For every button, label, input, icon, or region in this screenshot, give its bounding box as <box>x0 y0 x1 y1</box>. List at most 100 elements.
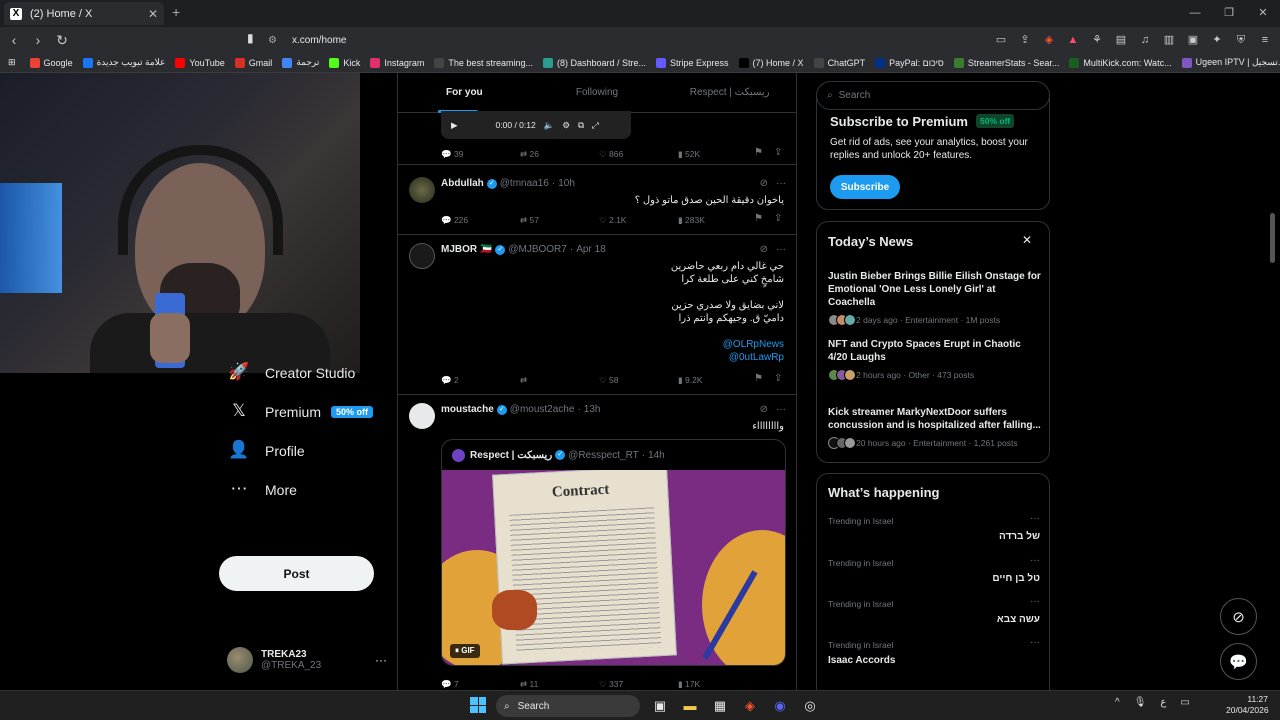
screen-icon[interactable]: ▭ <box>992 30 1010 50</box>
nav-item-more[interactable]: ⋯ More <box>219 470 399 509</box>
bookmark-item[interactable]: Instagram <box>370 57 424 68</box>
task-view-icon[interactable]: ▣ <box>650 696 670 716</box>
avatar[interactable] <box>409 243 435 269</box>
clock[interactable]: 11:27 20/04/2026 <box>1226 694 1269 716</box>
views-button[interactable]: ▮ 52K <box>678 147 761 161</box>
bookmark-item[interactable]: MultiKick.com: Watc... <box>1069 57 1172 68</box>
trend-item[interactable]: Trending in Israel ··· של ברדה <box>828 513 1040 542</box>
share-icon[interactable]: ⇪ <box>774 373 782 384</box>
more-icon[interactable]: ··· <box>1030 555 1040 566</box>
reply-button[interactable]: 💬 7 <box>441 677 520 690</box>
grok-icon[interactable]: ⊘ <box>760 404 768 415</box>
bookmark-item[interactable]: Ugeen IPTV | تسجيل... <box>1181 57 1280 68</box>
views-button[interactable]: ▮ 283K <box>678 213 761 227</box>
apps-icon[interactable]: ⊞ <box>8 57 16 68</box>
repost-button[interactable]: ⇄ 11 <box>520 677 599 690</box>
settings-icon[interactable]: ⚙ <box>562 120 570 131</box>
share-icon[interactable]: ⇪ <box>774 147 782 158</box>
bookmark-item[interactable]: Gmail <box>234 57 272 68</box>
like-button[interactable]: ♡ 337 <box>599 677 678 690</box>
bookmark-item[interactable]: YouTube <box>175 57 225 68</box>
author-name[interactable]: MJBOR 🇰🇼 <box>441 244 492 255</box>
bookmark-item[interactable]: (8) Dashboard / Stre... <box>542 57 646 68</box>
minimize-icon[interactable]: — <box>1178 0 1212 27</box>
more-icon[interactable]: ··· <box>375 653 387 667</box>
messages-button[interactable]: 💬 <box>1220 643 1257 680</box>
bookmark-icon[interactable]: ▮ <box>247 31 259 45</box>
wallet-icon[interactable]: ▣ <box>1184 30 1202 50</box>
tweet-time[interactable]: Apr 18 <box>576 244 605 255</box>
like-button[interactable]: ♡ 58 <box>599 373 678 387</box>
bookmark-item[interactable]: Kick <box>329 57 360 68</box>
views-button[interactable]: ▮ 9.2K <box>678 373 761 387</box>
browser-tab[interactable]: X (2) Home / X ✕ <box>4 2 164 25</box>
panel-icon[interactable]: ▥ <box>1160 30 1178 50</box>
bookmark-icon[interactable]: ⚑ <box>754 373 763 384</box>
tweet-time[interactable]: 13h <box>584 404 601 415</box>
more-icon[interactable]: ··· <box>776 244 786 255</box>
language-indicator[interactable]: ع <box>1160 697 1166 708</box>
tab-respect[interactable]: Respect | ريسبكت <box>663 73 796 113</box>
grok-icon[interactable]: ⊘ <box>760 244 768 255</box>
bookmark-item[interactable]: PayPal: סיכום <box>875 57 944 68</box>
maximize-icon[interactable]: ❐ <box>1212 0 1246 27</box>
bookmark-item[interactable]: ترجمة <box>282 57 319 68</box>
forward-icon[interactable]: › <box>28 32 48 48</box>
grok-icon[interactable]: ⊘ <box>760 178 768 189</box>
news-item[interactable]: NFT and Crypto Spaces Erupt in Chaotic 4… <box>828 338 1043 381</box>
share-icon[interactable]: ⇪ <box>774 213 782 224</box>
bookmark-item[interactable]: StreamerStats - Sear... <box>953 57 1059 68</box>
bookmark-item[interactable]: The best streaming... <box>434 57 533 68</box>
chevron-up-icon[interactable]: ^ <box>1115 697 1120 708</box>
gif-badge[interactable]: ⏸ GIF <box>450 644 480 658</box>
nav-item-premium[interactable]: 𝕏 Premium 50% off <box>219 392 399 431</box>
more-icon[interactable]: ··· <box>1030 513 1040 524</box>
obs-icon[interactable]: ◎ <box>800 696 820 716</box>
bookmark-item[interactable]: ChatGPT <box>813 57 865 68</box>
grok-button[interactable]: ⊘ <box>1220 598 1257 635</box>
close-tab-icon[interactable]: ✕ <box>148 7 158 21</box>
bookmark-item[interactable]: (7) Home / X <box>738 57 804 68</box>
like-button[interactable]: ♡ 866 <box>599 147 678 161</box>
microphone-icon[interactable]: 🎙 <box>1134 697 1147 708</box>
menu-icon[interactable]: ≡ <box>1256 30 1274 50</box>
reload-icon[interactable]: ↻ <box>52 32 72 49</box>
quoted-tweet[interactable]: Respect | ريسبكت ✓ @Resspect_RT · 14h Co… <box>441 439 786 666</box>
nav-item-creator-studio[interactable]: 🚀 Creator Studio <box>219 353 399 392</box>
discord-icon[interactable]: ◉ <box>770 696 790 716</box>
repost-button[interactable]: ⇄ 57 <box>520 213 599 227</box>
extensions-icon[interactable]: ⚘ <box>1088 30 1106 50</box>
store-icon[interactable]: ▦ <box>710 696 730 716</box>
gif-media[interactable]: Contract ⏸ GIF <box>442 470 785 665</box>
network-icon[interactable]: ▭ <box>1180 697 1189 708</box>
tweet-time[interactable]: 10h <box>558 178 575 189</box>
site-settings-icon[interactable]: ⚙ <box>268 35 282 46</box>
tweet[interactable]: MJBOR 🇰🇼 ✓ @MJBOOR7 · Apr 18 ⊘ ··· حي غال… <box>398 235 796 395</box>
volume-icon[interactable]: 🔈 <box>544 120 555 131</box>
repost-button[interactable]: ⇄ <box>520 373 599 387</box>
rewards-icon[interactable]: ▲ <box>1064 30 1082 50</box>
new-tab-icon[interactable]: + <box>172 4 180 20</box>
reply-button[interactable]: 💬 2 <box>441 373 520 387</box>
sidebar-icon[interactable]: ▤ <box>1112 30 1130 50</box>
reply-button[interactable]: 💬 39 <box>441 147 520 161</box>
share-icon[interactable]: ⇪ <box>1016 30 1034 50</box>
author-name[interactable]: moustache <box>441 404 494 415</box>
tab-following[interactable]: Following <box>531 73 664 113</box>
ai-icon[interactable]: ✦ <box>1208 30 1226 50</box>
fullscreen-icon[interactable]: ⤢ <box>592 120 599 131</box>
close-window-icon[interactable]: ✕ <box>1246 0 1280 27</box>
reply-button[interactable]: 💬 226 <box>441 213 520 227</box>
author-name[interactable]: Abdullah <box>441 178 484 189</box>
news-item[interactable]: Kick streamer MarkyNextDoor suffers conc… <box>828 406 1043 449</box>
brave-shield-icon[interactable]: ◈ <box>1040 30 1058 50</box>
more-icon[interactable]: ··· <box>1030 637 1040 648</box>
nav-item-profile[interactable]: 👤 Profile <box>219 431 399 470</box>
file-explorer-icon[interactable]: ▬ <box>680 696 700 716</box>
pip-icon[interactable]: ⧉ <box>578 120 584 131</box>
start-button[interactable] <box>470 697 486 713</box>
bookmark-icon[interactable]: ⚑ <box>754 147 763 158</box>
like-button[interactable]: ♡ 2.1K <box>599 213 678 227</box>
subscribe-button[interactable]: Subscribe <box>830 175 900 199</box>
bookmark-item[interactable]: علامة تبويب جديدة <box>82 57 165 68</box>
